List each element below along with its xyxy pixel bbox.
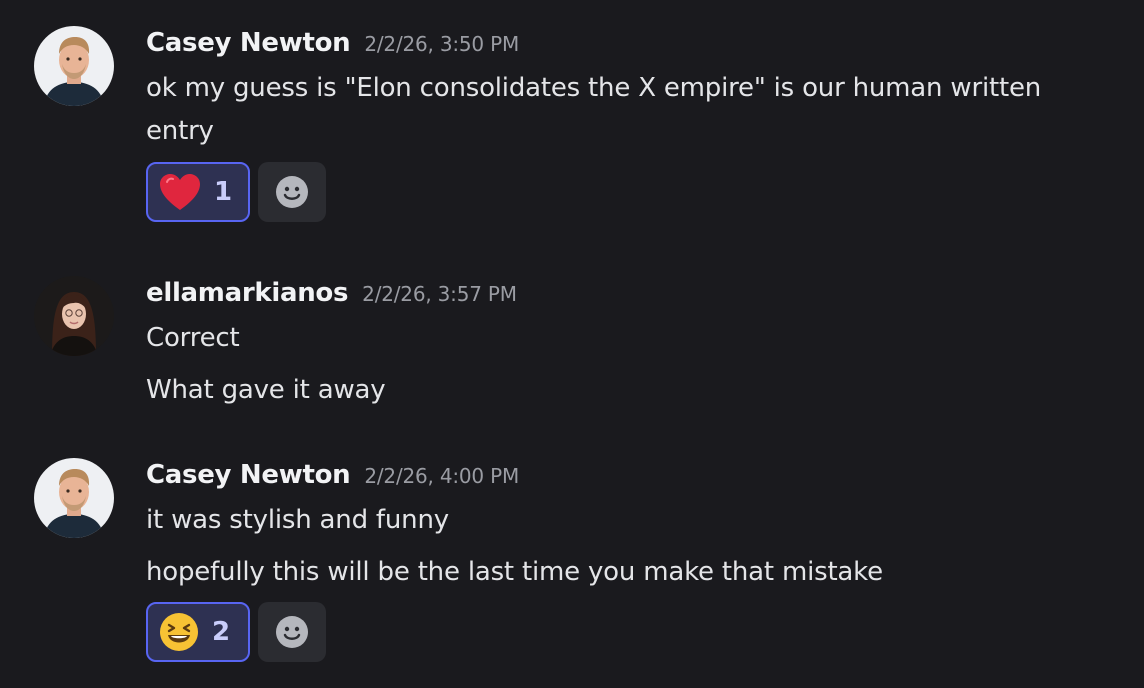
avatar[interactable] (34, 276, 114, 356)
message-timestamp[interactable]: 2/2/26, 3:50 PM (364, 32, 519, 56)
avatar[interactable] (34, 26, 114, 106)
casey-avatar-icon (34, 458, 114, 538)
add-reaction-button[interactable] (258, 162, 326, 222)
reaction-count: 2 (212, 617, 231, 647)
message-text: Correct (146, 323, 240, 353)
casey-avatar-icon (34, 26, 114, 106)
chat-message-list: Casey Newton 2/2/26, 3:50 PM ok my guess … (0, 0, 1144, 688)
message-header: Casey Newton 2/2/26, 4:00 PM (146, 460, 519, 490)
author-name[interactable]: Casey Newton (146, 28, 351, 58)
reaction-bar: 1 (146, 162, 326, 222)
author-name[interactable]: Casey Newton (146, 460, 351, 490)
message-timestamp[interactable]: 2/2/26, 3:57 PM (362, 282, 517, 306)
reaction-bar: 2 (146, 602, 326, 662)
reaction-laughing[interactable]: 2 (146, 602, 250, 662)
message-text: ok my guess is "Elon consolidates the X … (146, 73, 1042, 146)
author-name[interactable]: ellamarkianos (146, 278, 348, 308)
message-text: hopefully this will be the last time you… (146, 557, 883, 587)
message-timestamp[interactable]: 2/2/26, 4:00 PM (364, 464, 519, 488)
message-header: Casey Newton 2/2/26, 3:50 PM (146, 28, 519, 58)
reaction-heart[interactable]: 1 (146, 162, 250, 222)
add-reaction-button[interactable] (258, 602, 326, 662)
ella-avatar-icon (34, 276, 114, 356)
message-text: it was stylish and funny (146, 505, 449, 535)
smiley-add-reaction-icon (276, 176, 308, 208)
smiley-add-reaction-icon (276, 616, 308, 648)
heart-emoji-icon (160, 174, 200, 210)
avatar[interactable] (34, 458, 114, 538)
message-header: ellamarkianos 2/2/26, 3:57 PM (146, 278, 517, 308)
reaction-count: 1 (214, 177, 233, 207)
laughing-emoji-icon (160, 613, 198, 651)
message-text: What gave it away (146, 375, 386, 405)
